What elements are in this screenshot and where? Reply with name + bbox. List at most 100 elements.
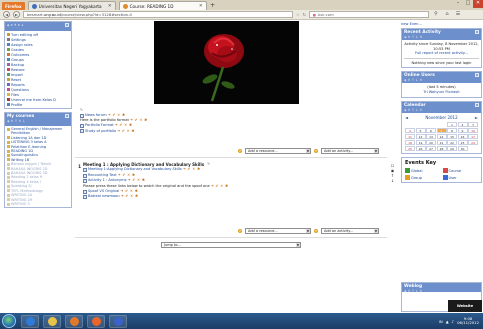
- event-key-item[interactable]: User: [442, 175, 479, 181]
- calendar-day[interactable]: 6: [426, 127, 436, 134]
- calendar-blank: [437, 122, 447, 128]
- calendar-day[interactable]: 14: [436, 133, 447, 140]
- my-courses-header: My courses ◈ ✕ ↑ ✕ ↓: [5, 113, 71, 126]
- edit-controls-icons[interactable]: ➔ ✐ ✕ ✱: [183, 167, 201, 172]
- collapse-block-icon[interactable]: [475, 102, 479, 107]
- calendar-day[interactable]: 23: [457, 139, 468, 146]
- address-bar[interactable]: besmart.uny.ac.id/course/view.php?id=312…: [23, 11, 293, 18]
- taskbar-app-button[interactable]: [109, 314, 127, 328]
- calendar-day[interactable]: 25: [405, 145, 415, 152]
- study-of-portfolio-link[interactable]: Study of portfolio: [85, 129, 116, 134]
- online-user-link[interactable]: Tri Wahyuni Floriasti: [404, 90, 479, 95]
- calendar-day[interactable]: 28: [436, 145, 447, 152]
- calendar-day[interactable]: 13: [426, 133, 436, 140]
- tab-course-reading[interactable]: Course: READING 1D ✕: [118, 1, 207, 10]
- edit-controls-icons[interactable]: ➔ ✐ ✕ ✱: [211, 184, 229, 189]
- calendar-day[interactable]: 29: [447, 145, 457, 152]
- collapse-block-icon[interactable]: [475, 30, 479, 34]
- calendar-day[interactable]: 3: [468, 121, 478, 128]
- edit-controls-icons[interactable]: ➔ ✐ ✕ ✱: [130, 118, 148, 123]
- jump-to-select[interactable]: Jump to... ▼: [161, 242, 301, 248]
- collapse-block-icon[interactable]: [475, 73, 479, 78]
- bookmark-star-icon[interactable]: ☆: [296, 12, 300, 17]
- edit-controls-icons[interactable]: ➔ ✐ ✕ ✱: [117, 129, 135, 134]
- search-box[interactable]: g Ask.com: [308, 11, 429, 18]
- calendar-day[interactable]: 1: [447, 121, 457, 128]
- calendar-day[interactable]: 9: [457, 127, 468, 134]
- close-window-button[interactable]: ✕: [473, 0, 483, 8]
- calendar-block: Calendar ◈ ✕ ↑ ↓ ✕ ◄ November 2012 ► 123…: [401, 100, 482, 155]
- calendar-day[interactable]: 4: [405, 127, 415, 134]
- home-icon[interactable]: ⌂: [443, 11, 451, 18]
- edit-summary-icon[interactable]: ✎: [207, 162, 210, 167]
- calendar-day[interactable]: 21: [436, 139, 447, 146]
- taskbar-app-button[interactable]: [87, 314, 105, 328]
- calendar-day[interactable]: 17: [468, 133, 478, 140]
- move-down-icon[interactable]: ↓: [389, 178, 396, 183]
- calendar-day[interactable]: 11: [405, 133, 415, 140]
- language-indicator[interactable]: IN: [439, 319, 443, 324]
- maximize-button[interactable]: □: [463, 0, 473, 8]
- calendar-day[interactable]: 26: [415, 145, 426, 152]
- calendar-day[interactable]: 19: [415, 139, 426, 146]
- add-activity-select[interactable]: Add an activity... ▼: [321, 148, 379, 154]
- clock[interactable]: 9:08 06/11/2012: [457, 316, 479, 326]
- calendar-day[interactable]: 27: [426, 145, 436, 152]
- firefox-menu-button[interactable]: Firefox: [2, 2, 25, 10]
- add-activity-select[interactable]: Add an activity... ▼: [321, 228, 379, 234]
- collapse-block-icon[interactable]: [65, 23, 69, 27]
- event-key-item[interactable]: Course: [442, 168, 479, 174]
- tab-unyi[interactable]: Universitas Negeri Yogyakarta ✕: [27, 1, 116, 10]
- calendar-day[interactable]: 20: [426, 139, 436, 146]
- collapse-block-icon[interactable]: [65, 114, 69, 118]
- prev-month-icon[interactable]: ◄: [405, 115, 408, 120]
- close-tab-icon[interactable]: ✕: [199, 4, 203, 9]
- calendar-month[interactable]: November 2012: [425, 115, 457, 120]
- help-icon[interactable]: ?: [314, 229, 318, 233]
- help-icon[interactable]: ?: [238, 229, 242, 233]
- forward-arrow-icon[interactable]: ►: [13, 11, 20, 18]
- back-arrow-icon[interactable]: ◄: [3, 11, 10, 18]
- start-button-icon[interactable]: [2, 314, 16, 328]
- new-tab-button[interactable]: +: [209, 2, 217, 10]
- add-resource-select[interactable]: Add a resource... ▼: [245, 228, 311, 234]
- calendar-day[interactable]: 5: [415, 127, 426, 134]
- course-item[interactable]: WRITING 3: [7, 202, 69, 206]
- full-report-link[interactable]: Full report of recent activity...: [404, 51, 479, 56]
- taskbar-app-button[interactable]: [21, 314, 39, 328]
- bookmarks-icon[interactable]: ☰: [454, 11, 462, 18]
- calendar-day[interactable]: 18: [405, 139, 415, 146]
- event-key-label: Group: [411, 175, 422, 180]
- calendar-day[interactable]: 16: [457, 133, 468, 140]
- calendar-day[interactable]: 2: [457, 121, 468, 128]
- taskbar-app-button[interactable]: [65, 314, 83, 328]
- calendar-day[interactable]: 22: [447, 139, 457, 146]
- edit-controls-icons[interactable]: ➔ ✐ ✕ ✱: [121, 194, 139, 199]
- close-tab-icon[interactable]: ✕: [108, 4, 112, 9]
- search-icon[interactable]: ⚲: [432, 11, 440, 18]
- add-resource-select[interactable]: Add a resource... ▼: [245, 148, 311, 154]
- event-key-item[interactable]: Global: [405, 168, 441, 174]
- calendar-day[interactable]: 15: [447, 133, 457, 140]
- minimize-button[interactable]: –: [453, 0, 463, 8]
- network-icon[interactable]: ▲: [446, 319, 449, 324]
- help-icon[interactable]: ?: [238, 149, 242, 153]
- event-key-item[interactable]: Group: [405, 175, 441, 181]
- website-logo[interactable]: Website: [448, 300, 482, 312]
- taskbar-app-button[interactable]: [43, 314, 61, 328]
- reload-icon[interactable]: ↻: [303, 12, 306, 17]
- calendar-day[interactable]: 30: [457, 145, 468, 152]
- batreal-newmoon-link[interactable]: Batreal newmoon: [88, 194, 120, 199]
- calendar-day[interactable]: 8: [447, 127, 457, 134]
- admin-item[interactable]: Profile: [7, 102, 69, 107]
- news-snippet[interactable]: new Even...: [401, 21, 482, 28]
- calendar-day[interactable]: 24: [468, 139, 478, 146]
- calendar-day[interactable]: 7: [436, 127, 447, 134]
- events-key-body: Events Key Global Course Group User: [402, 158, 481, 182]
- next-month-icon[interactable]: ►: [475, 115, 478, 120]
- course-item[interactable]: General English / Manajemen Pendidikan: [7, 127, 69, 136]
- calendar-day[interactable]: 12: [415, 133, 426, 140]
- help-icon[interactable]: ?: [314, 149, 318, 153]
- calendar-day[interactable]: 10: [468, 127, 478, 134]
- volume-icon[interactable]: ♪: [452, 319, 454, 324]
